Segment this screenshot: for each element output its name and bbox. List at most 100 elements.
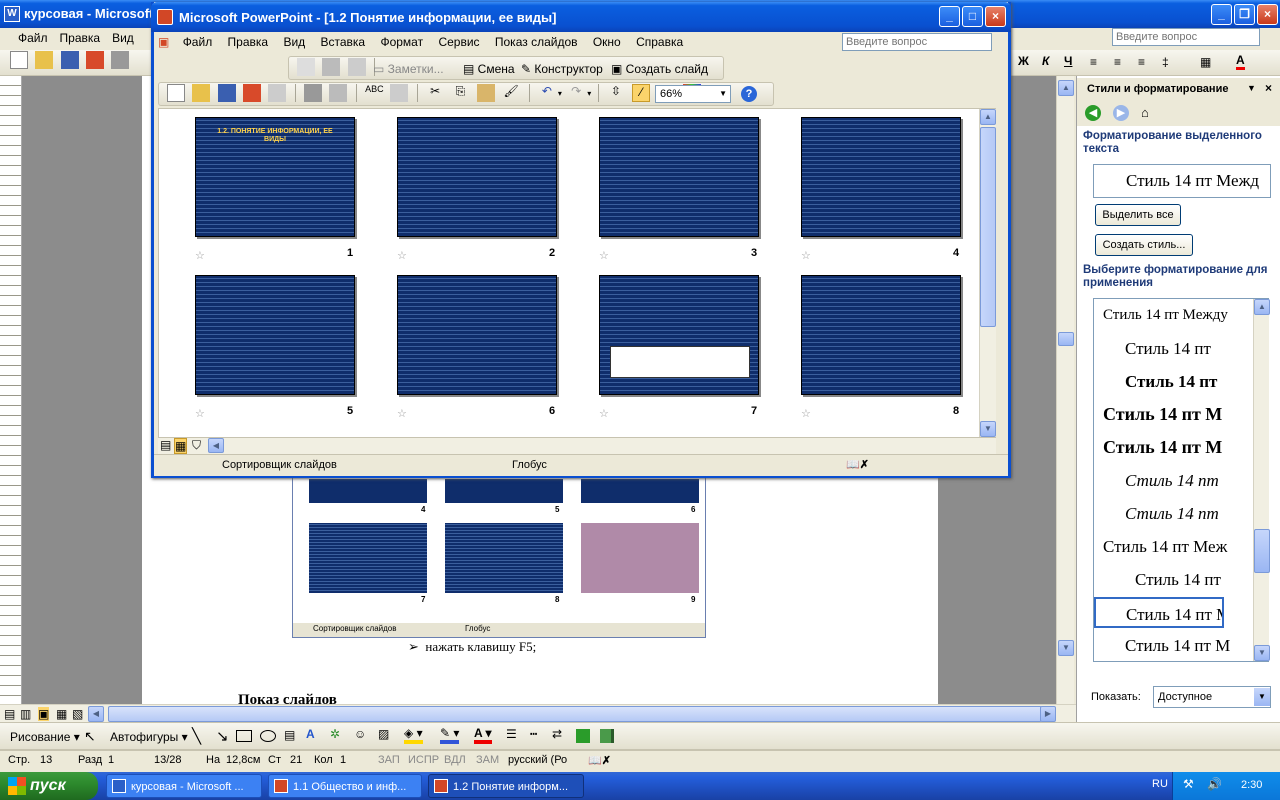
ppt-menu-insert[interactable]: Вставка — [315, 32, 372, 52]
line-icon[interactable]: ╲ — [192, 727, 201, 745]
slide-thumbnail-6[interactable] — [397, 275, 557, 395]
word-italic-button[interactable]: К — [1042, 54, 1049, 68]
hide-slide-icon[interactable] — [297, 58, 315, 76]
word-bold-button[interactable]: Ж — [1018, 54, 1029, 68]
ppt-menu-tools[interactable]: Сервис — [432, 32, 485, 52]
pane-back-icon[interactable]: ◀ — [1085, 105, 1101, 121]
styles-list-scrollbar[interactable]: ▲ ▼ — [1253, 299, 1270, 661]
normal-view-icon[interactable]: ▤ — [160, 438, 171, 452]
pane-forward-icon[interactable]: ▶ — [1113, 105, 1129, 121]
tray-volume-icon[interactable]: 🔊 — [1207, 777, 1222, 791]
transition-star-icon[interactable]: ☆ — [599, 407, 609, 420]
style-item[interactable]: Стиль 14 пт Меж — [1095, 531, 1236, 562]
ppt-doc-icon[interactable]: ▣ — [154, 32, 173, 52]
text-color-icon[interactable]: A ▾ — [474, 726, 492, 744]
oval-icon[interactable] — [260, 730, 276, 742]
style-item[interactable]: Стиль 14 пт — [1095, 333, 1236, 364]
language-indicator[interactable]: RU — [1152, 778, 1168, 790]
taskbar-item-ppt2[interactable]: 1.2 Понятие информ... — [428, 774, 584, 798]
select-all-button[interactable]: Выделить все — [1095, 204, 1181, 226]
transition-star-icon[interactable]: ☆ — [801, 407, 811, 420]
ppt-print-icon[interactable] — [304, 84, 323, 102]
arrow-style-icon[interactable]: ⇄ — [552, 727, 562, 741]
ppt-new-icon[interactable] — [167, 84, 185, 102]
ppt-email-icon[interactable] — [268, 84, 287, 102]
spelling-status-icon[interactable]: 📖✗ — [588, 754, 611, 767]
word-borders-icon[interactable]: ▦ — [1200, 55, 1211, 69]
word-print-icon[interactable] — [111, 51, 130, 69]
word-menu-edit[interactable]: Правка — [54, 28, 107, 48]
selected-format-box[interactable]: Стиль 14 пт Межд — [1093, 164, 1271, 198]
ppt-vertical-scrollbar[interactable]: ▲ ▼ — [979, 109, 996, 437]
transition-star-icon[interactable]: ☆ — [195, 249, 205, 262]
word-horizontal-scrollbar[interactable]: ▤ ▥ ▣ ▦ ▧ ◀ ▶ — [0, 704, 1076, 722]
word-align-right-icon[interactable]: ≡ — [1138, 55, 1145, 69]
pane-dropdown-icon[interactable]: ▼ — [1247, 83, 1256, 93]
style-item[interactable]: Стиль 14 пт М — [1095, 432, 1236, 463]
style-item[interactable]: Стиль 14 пт — [1095, 564, 1236, 595]
word-maximize-button[interactable]: ❐ — [1234, 4, 1255, 25]
ppt-save-icon[interactable] — [217, 84, 236, 102]
ppt-formatting-icon[interactable]: ⁄ — [632, 84, 651, 102]
tray-tools-icon[interactable]: ⚒ — [1183, 777, 1194, 791]
transition-button[interactable]: ▤ Смена — [463, 62, 515, 76]
taskbar-item-ppt1[interactable]: 1.1 Общество и инф... — [268, 774, 422, 798]
zoom-select[interactable]: 66% ▼ — [655, 85, 731, 103]
ppt-research-icon[interactable] — [390, 84, 409, 102]
autoshapes-menu-button[interactable]: Автофигуры ▾ — [110, 730, 188, 744]
style-item[interactable]: Стиль 14 пт Между — [1095, 300, 1236, 331]
ppt-hscroll-left-button[interactable]: ◀ — [208, 438, 224, 453]
styles-scroll-down-button[interactable]: ▼ — [1254, 645, 1270, 661]
word-open-icon[interactable] — [35, 51, 54, 69]
ppt-minimize-button[interactable]: _ — [939, 6, 960, 27]
ppt-open-icon[interactable] — [192, 84, 211, 102]
status-ovr[interactable]: ЗАМ — [476, 754, 499, 766]
word-minimize-button[interactable]: _ — [1211, 4, 1232, 25]
slide-thumbnail-3[interactable] — [599, 117, 759, 237]
ppt-help-icon[interactable]: ? — [741, 86, 757, 102]
transition-star-icon[interactable]: ☆ — [397, 249, 407, 262]
pane-close-icon[interactable]: × — [1265, 81, 1272, 95]
status-rec[interactable]: ЗАП — [378, 754, 400, 766]
ppt-menu-view[interactable]: Вид — [277, 32, 311, 52]
style-item-selected[interactable]: Стиль 14 пт М — [1094, 597, 1224, 628]
3d-icon[interactable] — [600, 729, 614, 743]
word-close-button[interactable]: × — [1257, 4, 1278, 25]
ppt-menu-edit[interactable]: Правка — [222, 32, 275, 52]
ppt-titlebar[interactable]: Microsoft PowerPoint - [1.2 Понятие инфо… — [151, 2, 1011, 32]
start-button[interactable]: пуск — [0, 772, 98, 800]
ppt-spelling-icon[interactable]: ABC — [365, 84, 384, 102]
transition-star-icon[interactable]: ☆ — [801, 249, 811, 262]
clipart-icon[interactable]: ☺ — [354, 727, 366, 741]
ppt-menu-window[interactable]: Окно — [587, 32, 627, 52]
slide-thumbnail-2[interactable] — [397, 117, 557, 237]
word-font-color-icon[interactable]: A — [1236, 53, 1245, 70]
ppt-close-button[interactable]: × — [985, 6, 1006, 27]
word-menu-view[interactable]: Вид — [106, 28, 140, 48]
word-hscroll-right-button[interactable]: ▶ — [1040, 706, 1056, 722]
word-hscroll-thumb[interactable] — [108, 706, 1042, 722]
word-align-center-icon[interactable]: ≡ — [1114, 55, 1121, 69]
ppt-redo-icon[interactable]: ↷ — [567, 84, 585, 102]
style-item[interactable]: Стиль 14 пт — [1095, 498, 1236, 529]
ppt-scroll-down-button[interactable]: ▼ — [980, 421, 996, 437]
word-hscroll-left-button[interactable]: ◀ — [88, 706, 104, 722]
textbox-icon[interactable]: ▤ — [284, 728, 295, 742]
slide-thumbnail-4[interactable] — [801, 117, 961, 237]
ppt-permission-icon[interactable] — [243, 84, 262, 102]
style-item[interactable]: Стиль 14 пт М — [1095, 630, 1236, 661]
ppt-scroll-up-button[interactable]: ▲ — [980, 109, 996, 125]
rectangle-icon[interactable] — [236, 730, 252, 742]
ppt-undo-icon[interactable]: ↶ — [538, 84, 556, 102]
slide-thumbnail-8[interactable] — [801, 275, 961, 395]
word-menu-file[interactable]: Файл — [12, 28, 54, 48]
word-view-layout-icon[interactable]: ▥ — [20, 707, 31, 721]
shadow-icon[interactable] — [576, 729, 590, 743]
styles-scroll-up-button[interactable]: ▲ — [1254, 299, 1270, 315]
summary-slide-icon[interactable] — [347, 58, 366, 76]
ppt-copy-icon[interactable]: ⎘ — [451, 84, 469, 102]
slide-thumbnail-1[interactable]: 1.2. ПОНЯТИЕ ИНФОРМАЦИИ, ЕЕ ВИДЫ — [195, 117, 355, 237]
ppt-preview-icon[interactable] — [329, 84, 348, 102]
ppt-maximize-button[interactable]: □ — [962, 6, 983, 27]
word-align-left-icon[interactable]: ≡ — [1090, 55, 1097, 69]
